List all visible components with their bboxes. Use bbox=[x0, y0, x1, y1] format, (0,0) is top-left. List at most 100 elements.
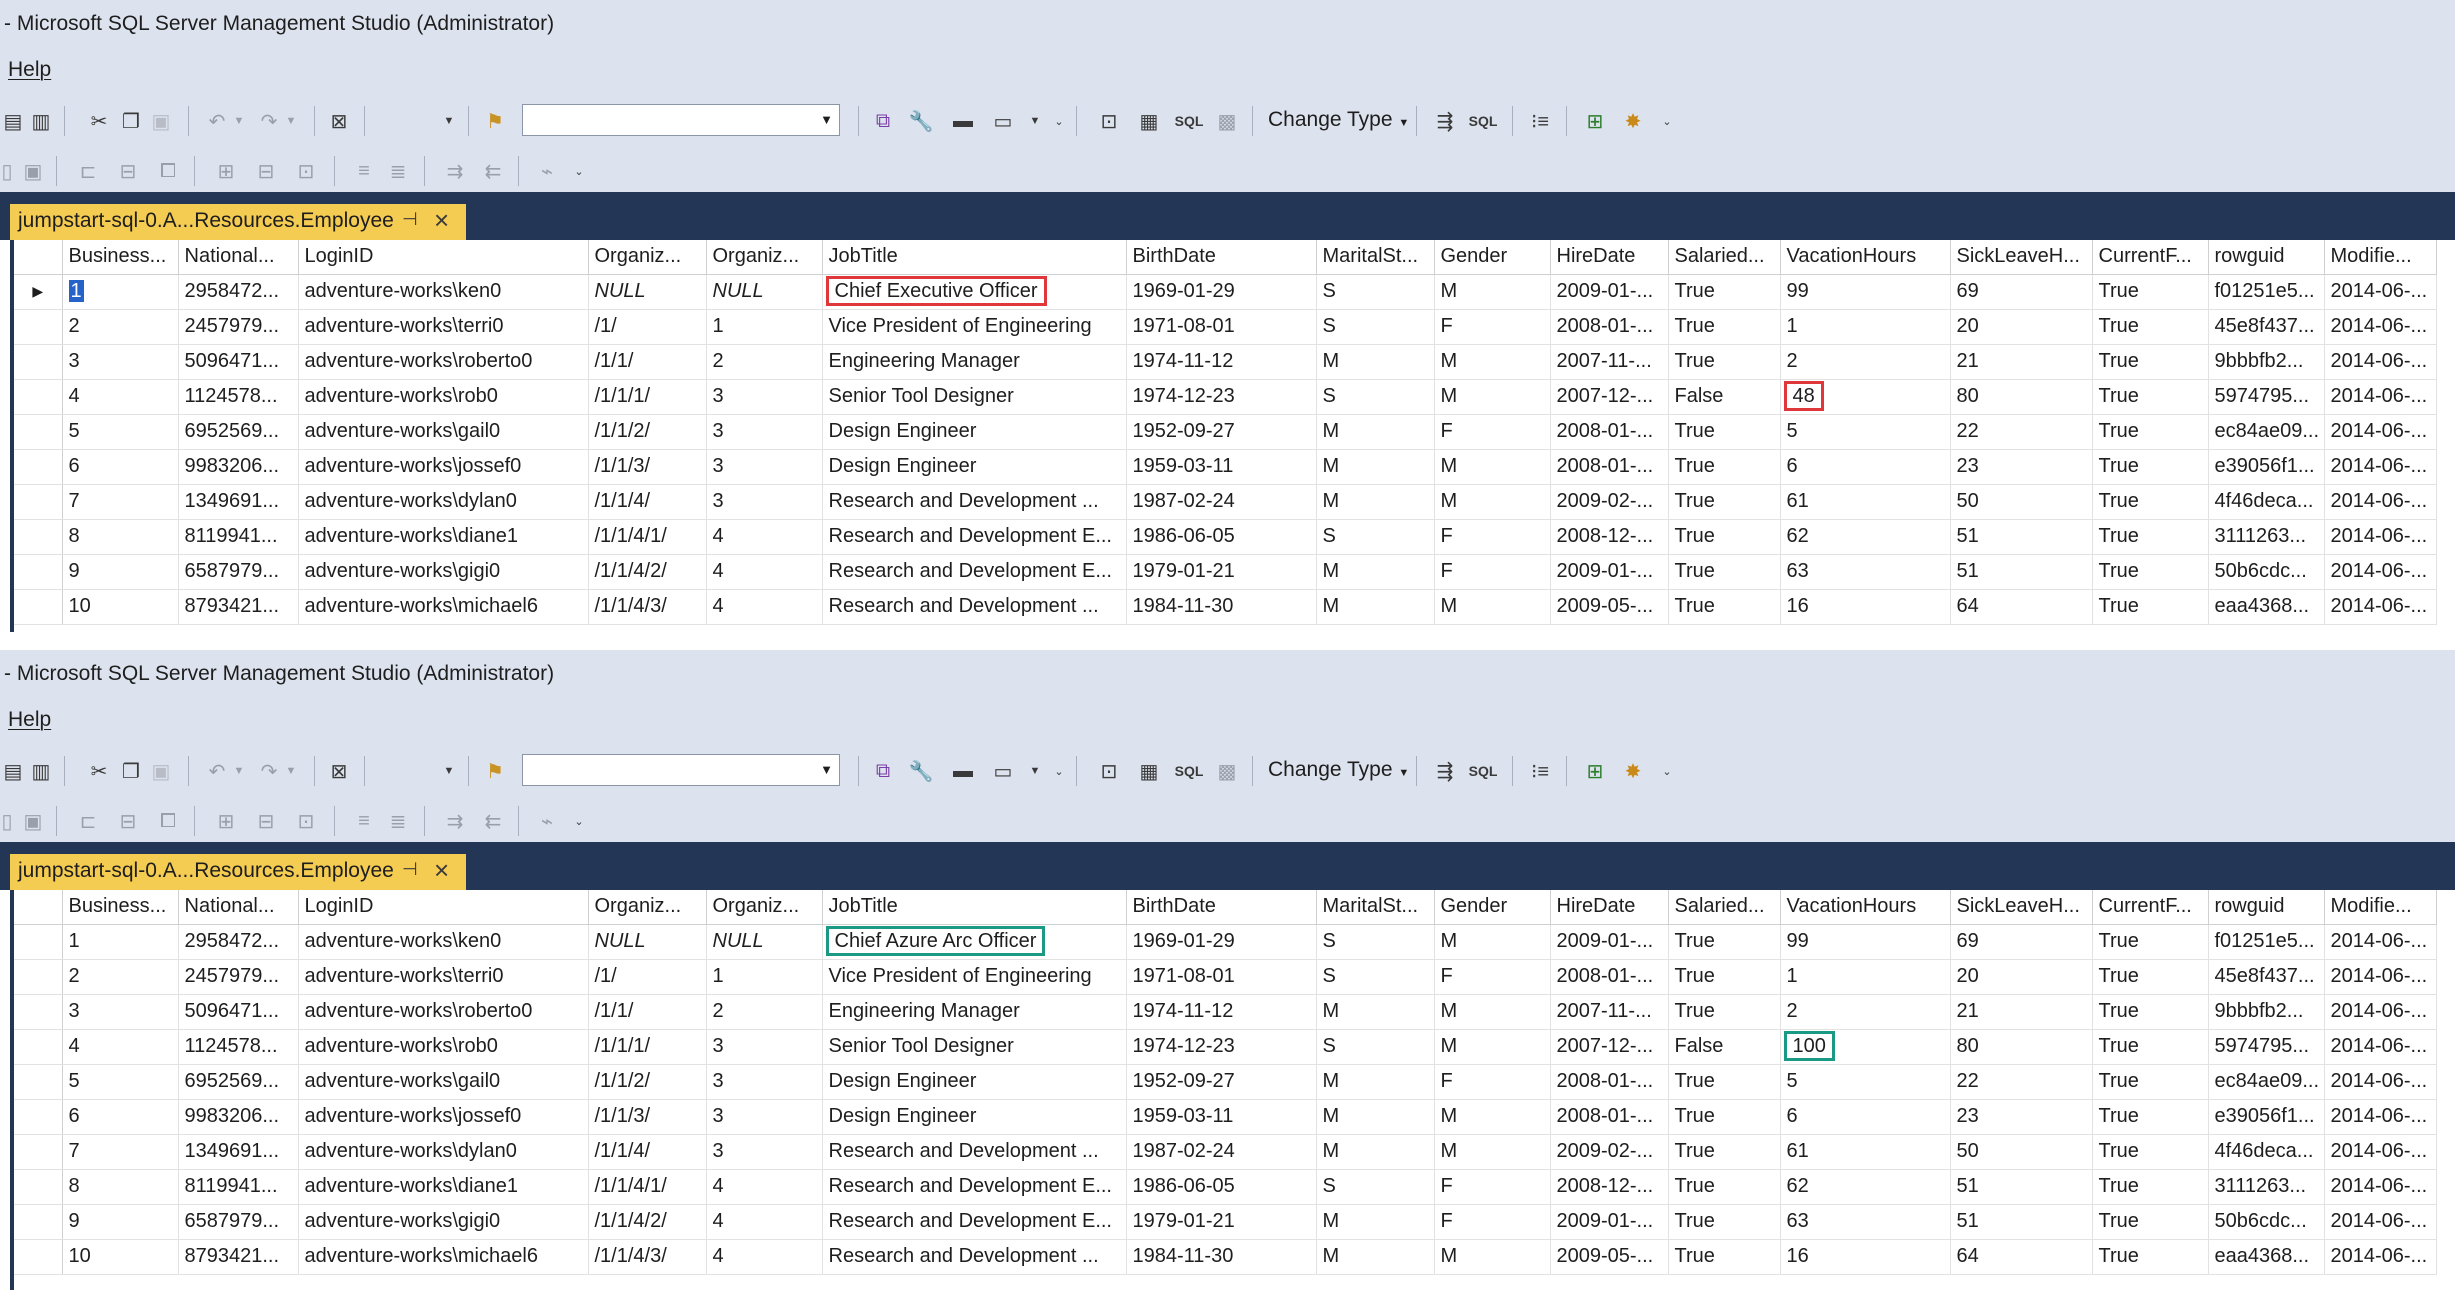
cell-sick-leave-hours[interactable]: 80 bbox=[1950, 1029, 2093, 1065]
change-type-button[interactable]: Change Type ▼ bbox=[1268, 108, 1409, 132]
cell-gender[interactable]: M bbox=[1434, 1134, 1551, 1170]
cell-vacation-hours[interactable]: 63 bbox=[1780, 554, 1951, 590]
table-row[interactable]: 3 5096471... adventure-works\roberto0/1/1/… bbox=[14, 994, 2437, 1030]
cell-salaried[interactable]: True bbox=[1668, 309, 1781, 345]
cell-marital-status[interactable]: M bbox=[1316, 1204, 1435, 1240]
cell-modified-date[interactable]: 2014-06-... bbox=[2324, 379, 2437, 415]
cell-birth-date[interactable]: 1959-03-11 bbox=[1126, 1099, 1317, 1135]
cell-rowguid[interactable]: 45e8f437... bbox=[2208, 959, 2325, 995]
cell-gender[interactable]: F bbox=[1434, 1169, 1551, 1205]
cell-sick-leave-hours[interactable]: 69 bbox=[1950, 274, 2093, 310]
increase-indent-icon[interactable]: ⇉ bbox=[442, 808, 468, 834]
redo-dropdown-icon[interactable]: ▼ bbox=[284, 758, 298, 784]
row-selector[interactable] bbox=[14, 1064, 63, 1100]
cell-login-id[interactable]: adventure-works\rob0 bbox=[298, 379, 589, 415]
paste-icon[interactable]: ▣ bbox=[150, 758, 172, 784]
column-header-col-org-level[interactable]: Organiz... bbox=[706, 240, 823, 275]
cell-birth-date[interactable]: 1971-08-01 bbox=[1126, 959, 1317, 995]
cell-marital-status[interactable]: S bbox=[1316, 924, 1435, 960]
find-icon[interactable]: ⚑ bbox=[482, 758, 508, 784]
cell-birth-date[interactable]: 1969-01-29 bbox=[1126, 924, 1317, 960]
cell-modified-date[interactable]: 2014-06-... bbox=[2324, 1099, 2437, 1135]
cut-icon[interactable]: ✂ bbox=[88, 108, 110, 134]
cell-org-node[interactable]: /1/1/4/ bbox=[588, 1134, 707, 1170]
cell-job-title[interactable]: Design Engineer bbox=[822, 414, 1127, 450]
cell-national-id[interactable]: 8793421... bbox=[178, 1239, 299, 1275]
cell-sick-leave-hours[interactable]: 50 bbox=[1950, 484, 2093, 520]
verify-sql-icon[interactable]: SQL bbox=[1466, 108, 1500, 134]
align-rights-icon[interactable]: ⧠ bbox=[156, 808, 180, 834]
make-same-width-icon[interactable]: ⊞ bbox=[214, 808, 238, 834]
show-sql-pane-icon[interactable]: SQL bbox=[1172, 758, 1206, 784]
cell-org-node[interactable]: /1/1/4/3/ bbox=[588, 589, 707, 625]
cell-rowguid[interactable]: ec84ae09... bbox=[2208, 414, 2325, 450]
cell-marital-status[interactable]: S bbox=[1316, 1169, 1435, 1205]
cell-hire-date[interactable]: 2008-12-... bbox=[1550, 519, 1669, 555]
cell-gender[interactable]: F bbox=[1434, 414, 1551, 450]
cell-marital-status[interactable]: S bbox=[1316, 519, 1435, 555]
cell-org-node[interactable]: /1/1/4/2/ bbox=[588, 1204, 707, 1240]
row-selector[interactable] bbox=[14, 1134, 63, 1170]
toolbar-options-icon[interactable]: ⌄ bbox=[1052, 108, 1066, 134]
cell-rowguid[interactable]: ec84ae09... bbox=[2208, 1064, 2325, 1100]
redo-icon[interactable]: ↷ bbox=[258, 758, 280, 784]
cell-org-level[interactable]: 3 bbox=[706, 1029, 823, 1065]
cell-birth-date[interactable]: 1984-11-30 bbox=[1126, 589, 1317, 625]
cell-current-flag[interactable]: True bbox=[2092, 1239, 2209, 1275]
row-selector[interactable] bbox=[14, 414, 63, 450]
cell-birth-date[interactable]: 1974-12-23 bbox=[1126, 1029, 1317, 1065]
cell-national-id[interactable]: 6952569... bbox=[178, 1064, 299, 1100]
cell-gender[interactable]: M bbox=[1434, 449, 1551, 485]
cell-modified-date[interactable]: 2014-06-... bbox=[2324, 1239, 2437, 1275]
close-icon[interactable]: × bbox=[434, 855, 449, 886]
make-same-size-icon[interactable]: ⊡ bbox=[294, 158, 318, 184]
cell-business-entity-id[interactable]: 2 bbox=[62, 959, 179, 995]
cell-marital-status[interactable]: M bbox=[1316, 589, 1435, 625]
redo-icon[interactable]: ↷ bbox=[258, 108, 280, 134]
cell-gender[interactable]: F bbox=[1434, 959, 1551, 995]
row-selector[interactable] bbox=[14, 379, 63, 415]
cell-salaried[interactable]: True bbox=[1668, 1134, 1781, 1170]
cell-gender[interactable]: F bbox=[1434, 554, 1551, 590]
align-centers-icon[interactable]: ⊟ bbox=[116, 158, 140, 184]
cell-hire-date[interactable]: 2009-05-... bbox=[1550, 589, 1669, 625]
align-rights-icon[interactable]: ⧠ bbox=[156, 158, 180, 184]
column-header-col-vacation-hours[interactable]: VacationHours bbox=[1780, 890, 1951, 925]
cell-rowguid[interactable]: e39056f1... bbox=[2208, 1099, 2325, 1135]
properties-icon[interactable]: 🔧 bbox=[908, 108, 934, 134]
cell-sick-leave-hours[interactable]: 80 bbox=[1950, 379, 2093, 415]
cell-marital-status[interactable]: M bbox=[1316, 449, 1435, 485]
command-window-icon[interactable]: ▭ bbox=[990, 108, 1016, 134]
cell-sick-leave-hours[interactable]: 64 bbox=[1950, 589, 2093, 625]
table-row[interactable]: 9 6587979... adventure-works\gigi0/1/1/4/2… bbox=[14, 1204, 2437, 1240]
column-header-col-salaried[interactable]: Salaried... bbox=[1668, 890, 1781, 925]
column-header-col-birth-date[interactable]: BirthDate bbox=[1126, 240, 1317, 275]
cell-rowguid[interactable]: eaa4368... bbox=[2208, 589, 2325, 625]
cell-national-id[interactable]: 9983206... bbox=[178, 1099, 299, 1135]
cell-job-title[interactable]: Chief Azure Arc Officer bbox=[822, 924, 1127, 960]
cell-business-entity-id[interactable]: 8 bbox=[62, 1169, 179, 1205]
cell-salaried[interactable]: True bbox=[1668, 1239, 1781, 1275]
cell-hire-date[interactable]: 2009-05-... bbox=[1550, 1239, 1669, 1275]
cell-hire-date[interactable]: 2007-12-... bbox=[1550, 379, 1669, 415]
cell-org-level[interactable]: 4 bbox=[706, 519, 823, 555]
cell-rowguid[interactable]: 4f46deca... bbox=[2208, 1134, 2325, 1170]
cell-org-node[interactable]: /1/1/4/1/ bbox=[588, 519, 707, 555]
cell-job-title[interactable]: Vice President of Engineering bbox=[822, 959, 1127, 995]
cell-gender[interactable]: F bbox=[1434, 1064, 1551, 1100]
cell-marital-status[interactable]: S bbox=[1316, 959, 1435, 995]
column-header-col-modified-date[interactable]: Modifie... bbox=[2324, 890, 2437, 925]
cell-current-flag[interactable]: True bbox=[2092, 449, 2209, 485]
cell-login-id[interactable]: adventure-works\terri0 bbox=[298, 959, 589, 995]
copy-icon[interactable]: ❐ bbox=[120, 758, 142, 784]
menu-help[interactable]: Help bbox=[8, 708, 51, 732]
cell-org-level[interactable]: 4 bbox=[706, 1204, 823, 1240]
cell-org-node[interactable]: /1/1/1/ bbox=[588, 379, 707, 415]
cell-login-id[interactable]: adventure-works\dylan0 bbox=[298, 484, 589, 520]
cell-marital-status[interactable]: S bbox=[1316, 309, 1435, 345]
cell-vacation-hours[interactable]: 2 bbox=[1780, 344, 1951, 380]
cell-hire-date[interactable]: 2007-11-... bbox=[1550, 994, 1669, 1030]
cell-birth-date[interactable]: 1959-03-11 bbox=[1126, 449, 1317, 485]
cell-marital-status[interactable]: M bbox=[1316, 344, 1435, 380]
cell-org-level[interactable]: NULL bbox=[706, 924, 823, 960]
